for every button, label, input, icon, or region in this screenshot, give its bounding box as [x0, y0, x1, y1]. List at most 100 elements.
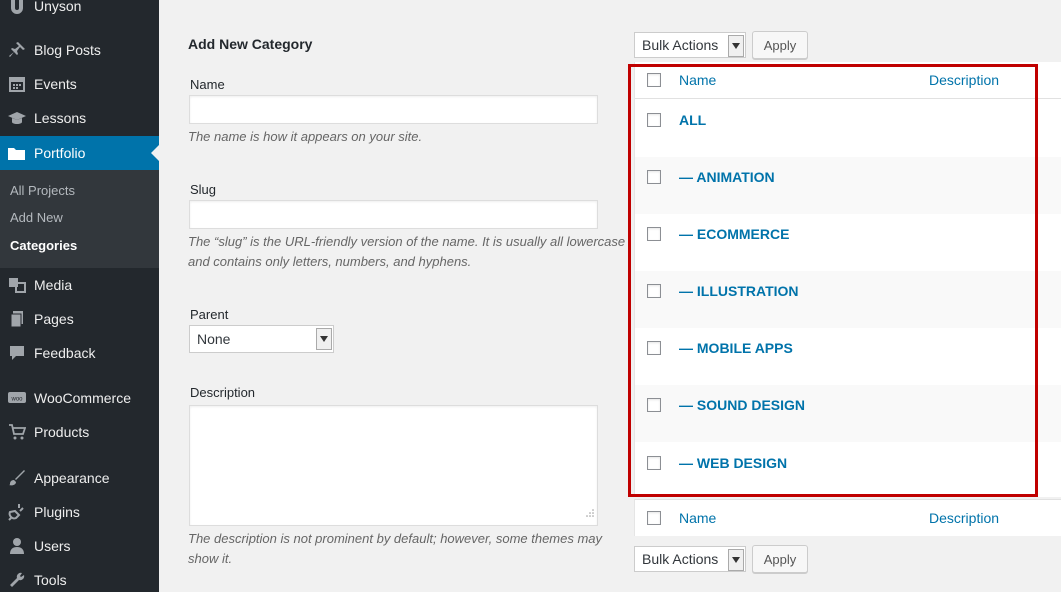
woo-icon: woo [0, 391, 34, 405]
pin-icon [0, 41, 34, 59]
sidebar-item-appearance[interactable]: Appearance [0, 461, 159, 495]
row-checkbox[interactable] [647, 398, 661, 412]
portfolio-submenu: All Projects Add New Categories [0, 170, 159, 268]
description-help-text: The description is not prominent by defa… [188, 531, 603, 566]
row-checkbox[interactable] [647, 227, 661, 241]
parent-select[interactable]: None [189, 325, 334, 353]
table-row: — ECOMMERCE [635, 214, 1061, 271]
bulk-actions-select-bottom[interactable]: Bulk Actions [634, 546, 746, 572]
sidebar-item-unyson[interactable]: Unyson [0, 0, 159, 23]
sidebar-item-label: Pages [34, 311, 74, 327]
category-link[interactable]: — MOBILE APPS [679, 340, 793, 356]
slug-input[interactable] [189, 200, 598, 229]
select-all-checkbox[interactable] [647, 73, 661, 87]
cart-icon [0, 423, 34, 441]
brush-icon [0, 469, 34, 487]
sidebar-item-blog-posts[interactable]: Blog Posts [0, 33, 159, 67]
sidebar-item-pages[interactable]: Pages [0, 302, 159, 336]
bulk-actions-label: Bulk Actions [642, 551, 719, 567]
column-description-footer[interactable]: Description [929, 510, 999, 526]
table-row: — ILLUSTRATION [635, 271, 1061, 328]
sidebar-item-label: Feedback [34, 345, 96, 361]
category-link[interactable]: ALL [679, 112, 706, 128]
apply-button-bottom[interactable]: Apply [752, 545, 808, 573]
sidebar-item-label: Unyson [34, 0, 82, 14]
user-icon [0, 537, 34, 555]
parent-label: Parent [190, 307, 229, 322]
sidebar-item-label: WooCommerce [34, 390, 131, 406]
table-row: — SOUND DESIGN [635, 385, 1061, 442]
submenu-add-new[interactable]: Add New [10, 210, 63, 225]
category-link[interactable]: — ILLUSTRATION [679, 283, 799, 299]
sidebar-item-label: Tools [34, 572, 67, 588]
sidebar-item-tools[interactable]: Tools [0, 563, 159, 592]
category-link[interactable]: — ANIMATION [679, 169, 775, 185]
chevron-down-icon[interactable] [728, 549, 744, 571]
sidebar-item-label: Blog Posts [34, 42, 101, 58]
sidebar-item-portfolio[interactable]: Portfolio [0, 136, 159, 170]
sidebar-item-feedback[interactable]: Feedback [0, 336, 159, 370]
chevron-down-icon[interactable] [728, 35, 744, 57]
admin-sidebar: Unyson Blog Posts Events Lessons Portfol… [0, 0, 159, 592]
bulk-actions-label: Bulk Actions [642, 37, 719, 53]
unyson-icon [0, 0, 34, 14]
table-row: — MOBILE APPS [635, 328, 1061, 385]
select-all-checkbox-footer[interactable] [647, 511, 661, 525]
sidebar-item-label: Media [34, 277, 73, 293]
category-link[interactable]: — WEB DESIGN [679, 455, 787, 471]
pages-icon [0, 310, 34, 328]
name-help-text: The name is how it appears on your site. [188, 129, 423, 144]
calendar-icon [0, 75, 34, 93]
name-input[interactable] [189, 95, 598, 124]
folder-icon [0, 145, 34, 161]
sidebar-item-label: Events [34, 76, 77, 92]
sidebar-item-label: Portfolio [34, 145, 86, 161]
sidebar-item-label: Appearance [34, 470, 110, 486]
sidebar-item-lessons[interactable]: Lessons [0, 101, 159, 135]
bulk-actions-select-top[interactable]: Bulk Actions [634, 32, 746, 58]
form-title: Add New Category [188, 36, 313, 52]
graduation-cap-icon [0, 109, 34, 127]
column-description-header[interactable]: Description [929, 72, 999, 88]
description-textarea[interactable] [189, 405, 598, 526]
category-link[interactable]: — ECOMMERCE [679, 226, 789, 242]
row-checkbox[interactable] [647, 284, 661, 298]
chevron-down-icon[interactable] [316, 328, 332, 350]
column-name-footer[interactable]: Name [679, 510, 716, 526]
svg-text:woo: woo [10, 397, 23, 403]
row-checkbox[interactable] [647, 170, 661, 184]
apply-button-top[interactable]: Apply [752, 31, 808, 59]
sidebar-item-plugins[interactable]: Plugins [0, 495, 159, 529]
category-link[interactable]: — SOUND DESIGN [679, 397, 805, 413]
name-label: Name [190, 77, 225, 92]
row-checkbox[interactable] [647, 456, 661, 470]
sidebar-item-label: Plugins [34, 504, 80, 520]
sidebar-item-label: Lessons [34, 110, 87, 126]
submenu-categories[interactable]: Categories [10, 238, 77, 253]
row-checkbox[interactable] [647, 341, 661, 355]
column-name-header[interactable]: Name [679, 72, 716, 88]
table-row: — WEB DESIGN [635, 443, 1061, 500]
submenu-all-projects[interactable]: All Projects [10, 183, 75, 198]
table-footer: Name Description [634, 499, 1061, 536]
media-icon [0, 276, 34, 294]
table-header: Name Description [635, 62, 1061, 99]
sidebar-item-events[interactable]: Events [0, 67, 159, 101]
sidebar-item-products[interactable]: Products [0, 415, 159, 449]
description-label: Description [190, 385, 256, 400]
row-checkbox[interactable] [647, 113, 661, 127]
resize-grip-icon[interactable] [586, 504, 594, 522]
sidebar-item-label: Users [34, 538, 71, 554]
sidebar-item-media[interactable]: Media [0, 268, 159, 302]
sidebar-item-woocommerce[interactable]: woo WooCommerce [0, 381, 159, 415]
comment-icon [0, 344, 34, 362]
plug-icon [0, 503, 34, 521]
table-row: ALL [635, 100, 1061, 157]
sidebar-item-users[interactable]: Users [0, 529, 159, 563]
slug-label: Slug [190, 182, 217, 197]
sidebar-item-label: Products [34, 424, 90, 440]
table-row: — ANIMATION [635, 157, 1061, 214]
wrench-icon [0, 571, 34, 589]
slug-help-text: The “slug” is the URL-friendly version o… [188, 234, 626, 269]
parent-select-value: None [197, 331, 231, 347]
